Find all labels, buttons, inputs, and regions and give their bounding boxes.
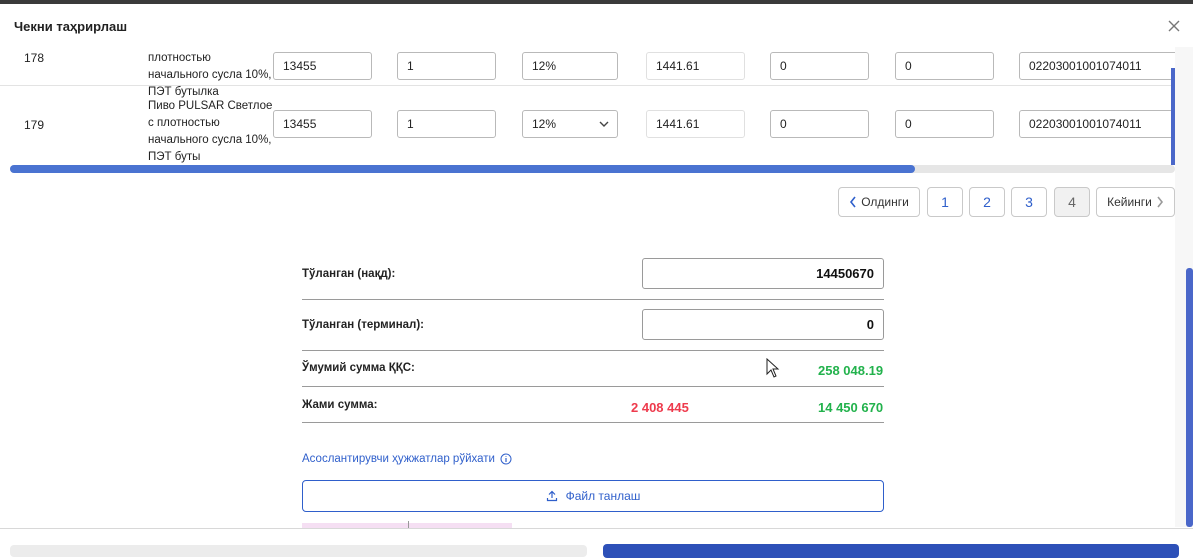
- divider: [302, 299, 884, 300]
- close-icon[interactable]: [1166, 18, 1182, 34]
- row-number: 179: [24, 118, 45, 132]
- code-input[interactable]: 02203001001074011: [1019, 110, 1175, 138]
- page-2-button[interactable]: 2: [969, 187, 1005, 217]
- total-vat-label: Ўмумий сумма ҚҚС:: [302, 362, 415, 374]
- info-icon[interactable]: [500, 453, 512, 465]
- page-1-button[interactable]: 1: [927, 187, 963, 217]
- chevron-right-icon: [1157, 196, 1163, 208]
- vat-sum-field: 1441.61: [646, 110, 745, 138]
- mouse-cursor-icon: [766, 357, 780, 381]
- save-button[interactable]: [603, 544, 1179, 558]
- table-row: 178 плотностью начального сусла 10%, ПЭТ…: [0, 47, 1175, 98]
- price-input[interactable]: 13455: [273, 52, 372, 80]
- other-input[interactable]: 0: [895, 52, 994, 80]
- other-input[interactable]: 0: [895, 110, 994, 138]
- price-input[interactable]: 13455: [273, 110, 372, 138]
- table-row: 179 Пиво PULSAR Светлое с плотностью нач…: [0, 85, 1175, 163]
- quantity-input[interactable]: 1: [397, 110, 496, 138]
- modal-header: Чекни таҳрирлаш: [0, 4, 1193, 47]
- vat-select[interactable]: 12%: [522, 52, 618, 80]
- vat-select-value: 12%: [532, 117, 557, 131]
- paid-cash-input[interactable]: 14450670: [642, 258, 884, 289]
- modal-scrollbar-thumb[interactable]: [1186, 268, 1193, 527]
- page-3-button[interactable]: 3: [1011, 187, 1047, 217]
- quantity-input[interactable]: 1: [397, 52, 496, 80]
- total-sum-label: Жами сумма:: [302, 399, 378, 411]
- row-number: 178: [24, 51, 45, 65]
- divider: [302, 422, 884, 423]
- page-4-button[interactable]: 4: [1054, 187, 1090, 217]
- vat-sum-field: 1441.61: [646, 52, 745, 80]
- table-horizontal-scrollbar-thumb[interactable]: [10, 165, 915, 173]
- supporting-documents-link[interactable]: Асослантирувчи ҳужжатлар рўйхати: [302, 453, 512, 465]
- next-page-button[interactable]: Кейинги: [1096, 187, 1175, 217]
- divider: [302, 386, 884, 387]
- discount-input[interactable]: 0: [770, 110, 869, 138]
- next-page-label: Кейинги: [1107, 195, 1152, 209]
- chevron-down-icon: [599, 121, 609, 127]
- code-input[interactable]: 02203001001074011: [1019, 52, 1175, 80]
- total-vat-value: 258 048.19: [818, 363, 884, 378]
- total-sum-value: 14 450 670: [818, 400, 884, 415]
- paid-cash-label: Тўланган (нақд):: [302, 268, 396, 280]
- total-difference-value: 2 408 445: [631, 400, 689, 415]
- choose-file-button[interactable]: Файл танлаш: [302, 480, 884, 512]
- prev-page-label: Олдинги: [861, 195, 909, 209]
- vat-select-value: 12%: [532, 59, 557, 73]
- modal-title: Чекни таҳрирлаш: [14, 19, 128, 34]
- supporting-documents-label: Асослантирувчи ҳужжатлар рўйхати: [302, 453, 495, 465]
- paid-terminal-input[interactable]: 0: [642, 309, 884, 340]
- items-table: 178 плотностью начального сусла 10%, ПЭТ…: [0, 47, 1175, 165]
- discount-input[interactable]: 0: [770, 52, 869, 80]
- prev-page-button[interactable]: Олдинги: [838, 187, 920, 217]
- upload-icon: [546, 490, 557, 502]
- chevron-left-icon: [850, 196, 856, 208]
- paid-terminal-label: Тўланган (терминал):: [302, 319, 425, 331]
- cancel-button[interactable]: [10, 545, 587, 557]
- row-product-name: Пиво PULSAR Светлое с плотностью начальн…: [148, 100, 273, 163]
- vat-select[interactable]: 12%: [522, 110, 618, 138]
- choose-file-label: Файл танлаш: [565, 489, 641, 503]
- divider: [302, 350, 884, 351]
